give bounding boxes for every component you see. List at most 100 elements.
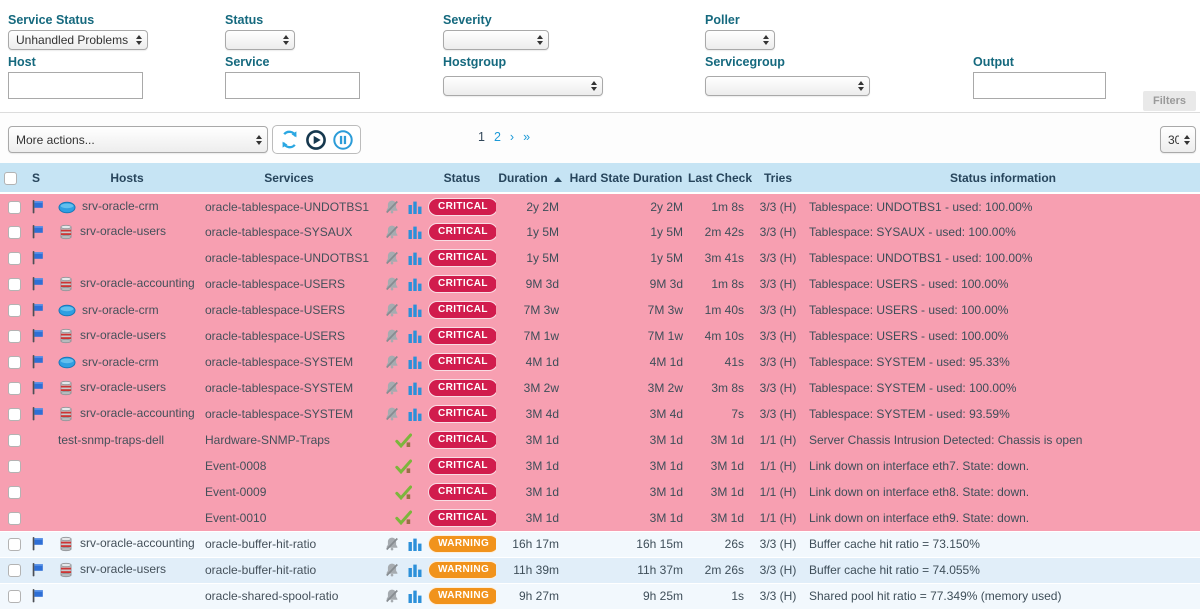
service-input[interactable]	[225, 72, 360, 99]
status-information-cell: Tablespace: SYSTEM - used: 95.33%	[806, 349, 1200, 375]
service-name[interactable]: oracle-tablespace-UNDOTBS1	[205, 200, 369, 214]
host-name[interactable]: srv-oracle-users	[80, 380, 166, 394]
pause-icon[interactable]	[332, 129, 354, 151]
service-name[interactable]: oracle-tablespace-SYSTEM	[205, 381, 353, 395]
flag-icon	[30, 250, 54, 266]
status-badge: CRITICAL	[428, 198, 496, 216]
row-checkbox[interactable]	[8, 512, 21, 525]
host-input[interactable]	[8, 72, 143, 99]
col-status[interactable]: Status	[428, 163, 496, 193]
service-name[interactable]: oracle-tablespace-USERS	[205, 329, 345, 343]
host-name[interactable]: srv-oracle-users	[80, 224, 166, 238]
row-checkbox[interactable]	[8, 408, 21, 421]
hard-state-duration-cell: 3M 1d	[564, 453, 688, 479]
tries-cell: 3/3 (H)	[750, 219, 806, 245]
hostgroup-select[interactable]	[443, 76, 603, 96]
col-duration[interactable]: Duration	[496, 163, 564, 193]
host-name[interactable]: srv-oracle-crm	[82, 355, 159, 369]
col-s[interactable]: S	[28, 163, 54, 193]
row-checkbox[interactable]	[8, 278, 21, 291]
page-2-link[interactable]: 2	[494, 130, 501, 144]
status-information-cell: Tablespace: USERS - used: 100.00%	[806, 323, 1200, 349]
status-information-cell: Shared pool hit ratio = 77.349% (memory …	[806, 583, 1200, 609]
graph-icon[interactable]	[408, 589, 422, 603]
row-checkbox[interactable]	[8, 201, 21, 214]
last-page-icon[interactable]: »	[523, 130, 530, 144]
service-name[interactable]: oracle-tablespace-SYSAUX	[205, 225, 352, 239]
row-checkbox[interactable]	[8, 538, 21, 551]
row-checkbox[interactable]	[8, 226, 21, 239]
service-name[interactable]: oracle-tablespace-USERS	[205, 277, 345, 291]
host-name[interactable]: srv-oracle-accounting	[80, 406, 195, 420]
row-checkbox[interactable]	[8, 382, 21, 395]
col-tries[interactable]: Tries	[750, 163, 806, 193]
host-name[interactable]: srv-oracle-crm	[82, 199, 159, 213]
col-hard-state-duration[interactable]: Hard State Duration	[564, 163, 688, 193]
notifications-disabled-icon	[384, 406, 400, 422]
service-name[interactable]: Event-0009	[205, 485, 266, 499]
graph-icon[interactable]	[408, 329, 422, 343]
row-checkbox[interactable]	[8, 252, 21, 265]
host-name[interactable]: srv-oracle-users	[80, 328, 166, 342]
row-checkbox[interactable]	[8, 304, 21, 317]
select-all-checkbox[interactable]	[4, 172, 17, 185]
graph-icon[interactable]	[408, 381, 422, 395]
play-icon[interactable]	[305, 129, 327, 151]
refresh-icon[interactable]	[279, 129, 300, 150]
service-name[interactable]: oracle-tablespace-SYSTEM	[205, 407, 353, 421]
filters-button[interactable]: Filters	[1143, 91, 1196, 111]
graph-icon[interactable]	[408, 407, 422, 421]
col-services[interactable]: Services	[200, 163, 378, 193]
service-name[interactable]: Event-0008	[205, 459, 266, 473]
row-checkbox[interactable]	[8, 356, 21, 369]
graph-icon[interactable]	[408, 251, 422, 265]
poller-select[interactable]	[705, 30, 775, 50]
row-checkbox[interactable]	[8, 330, 21, 343]
select-arrows-icon	[537, 35, 543, 45]
graph-icon[interactable]	[408, 563, 422, 577]
duration-cell: 3M 4d	[496, 401, 564, 427]
host-name[interactable]: srv-oracle-accounting	[80, 536, 195, 550]
host-name[interactable]: srv-oracle-crm	[82, 303, 159, 317]
col-last-check[interactable]: Last Check	[688, 163, 750, 193]
next-page-icon[interactable]: ›	[510, 130, 514, 144]
service-name[interactable]: oracle-buffer-hit-ratio	[205, 563, 316, 577]
status-select[interactable]	[225, 30, 295, 50]
service-name[interactable]: oracle-buffer-hit-ratio	[205, 537, 316, 551]
col-status-information[interactable]: Status information	[806, 163, 1200, 193]
table-row: Event-0008CRITICAL3M 1d3M 1d3M 1d1/1 (H)…	[0, 453, 1200, 479]
row-checkbox[interactable]	[8, 590, 21, 603]
severity-select[interactable]	[443, 30, 549, 50]
graph-icon[interactable]	[408, 200, 422, 214]
graph-icon[interactable]	[408, 303, 422, 317]
host-name[interactable]: srv-oracle-accounting	[80, 276, 195, 290]
last-check-cell: 1s	[688, 583, 750, 609]
service-name[interactable]: oracle-tablespace-UNDOTBS1	[205, 251, 369, 265]
service-name[interactable]: Hardware-SNMP-Traps	[205, 433, 330, 447]
col-hosts[interactable]: Hosts	[54, 163, 200, 193]
graph-icon[interactable]	[408, 355, 422, 369]
tries-cell: 3/3 (H)	[750, 531, 806, 557]
row-checkbox[interactable]	[8, 460, 21, 473]
service-status-select[interactable]: Unhandled Problems	[8, 30, 148, 50]
graph-icon[interactable]	[408, 277, 422, 291]
service-name[interactable]: oracle-shared-spool-ratio	[205, 589, 338, 603]
graph-icon[interactable]	[408, 537, 422, 551]
duration-cell: 3M 1d	[496, 427, 564, 453]
servicegroup-select[interactable]	[705, 76, 870, 96]
host-name[interactable]: test-snmp-traps-dell	[58, 433, 164, 447]
service-name[interactable]: oracle-tablespace-SYSTEM	[205, 355, 353, 369]
graph-icon[interactable]	[408, 225, 422, 239]
page-size-select[interactable]: 30	[1160, 126, 1196, 153]
output-input[interactable]	[973, 72, 1106, 99]
row-checkbox[interactable]	[8, 434, 21, 447]
row-checkbox[interactable]	[8, 564, 21, 577]
service-name[interactable]: oracle-tablespace-USERS	[205, 303, 345, 317]
more-actions-select[interactable]: More actions...	[8, 126, 268, 153]
last-check-cell: 3M 1d	[688, 479, 750, 505]
host-name[interactable]: srv-oracle-users	[80, 562, 166, 576]
last-check-cell: 3M 1d	[688, 427, 750, 453]
hard-state-duration-cell: 2y 2M	[564, 193, 688, 219]
service-name[interactable]: Event-0010	[205, 511, 266, 525]
row-checkbox[interactable]	[8, 486, 21, 499]
